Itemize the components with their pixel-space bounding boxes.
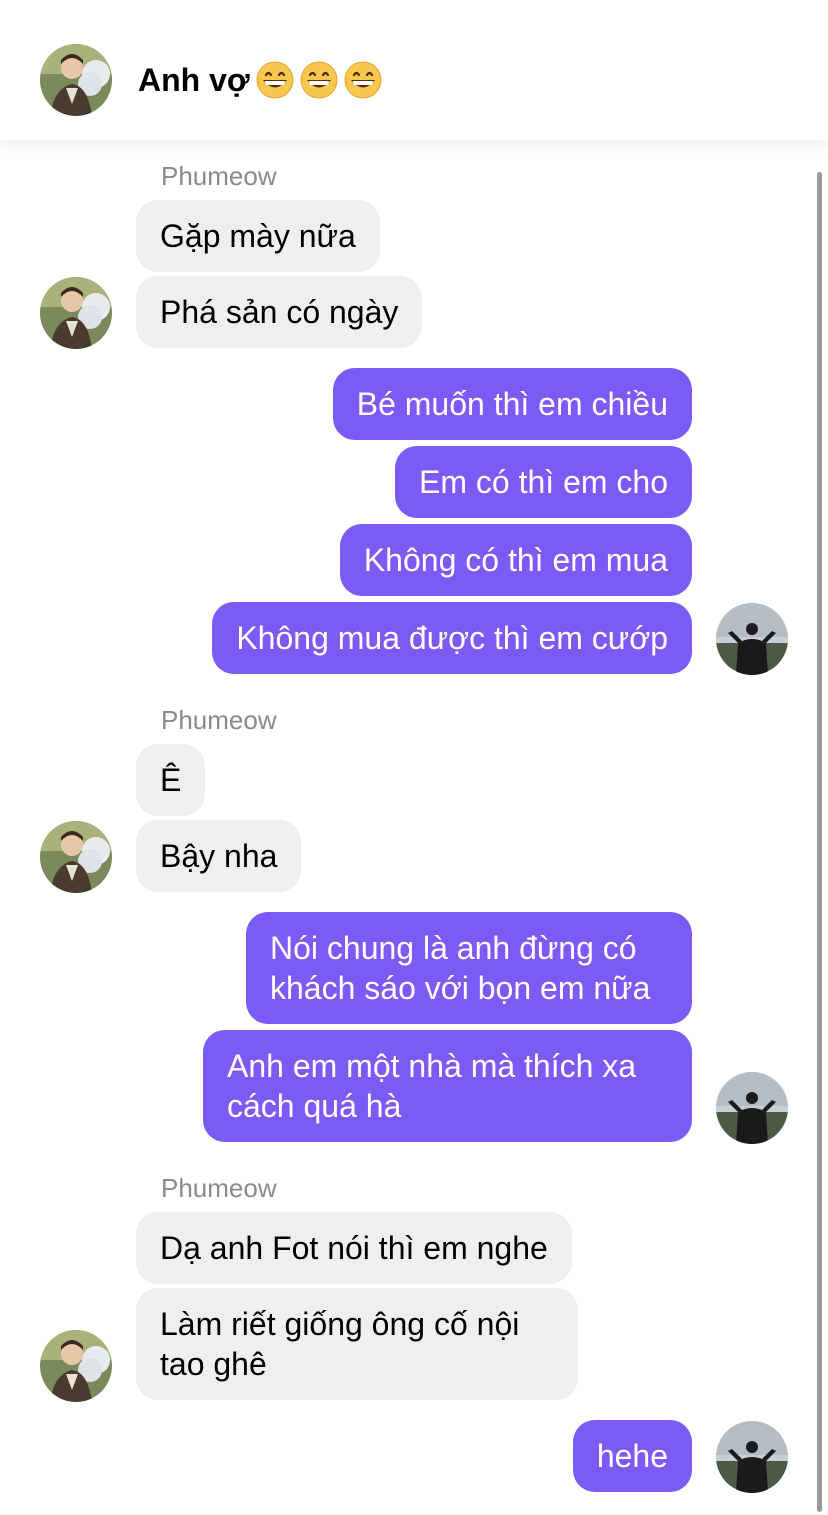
my-avatar[interactable]: [716, 1072, 788, 1144]
incoming-message-bubble[interactable]: Gặp mày nữa: [136, 200, 380, 272]
my-avatar-photo-icon: [716, 603, 788, 675]
grinning-face-emoji-icon: [300, 61, 338, 99]
outgoing-message-bubble[interactable]: hehe: [572, 1420, 692, 1492]
grinning-face-emoji-icon: [344, 61, 382, 99]
incoming-message-bubble[interactable]: Bậy nha: [136, 820, 302, 892]
outgoing-message-bubble[interactable]: Nói chung là anh đừng có khách sáo với b…: [246, 912, 692, 1024]
outgoing-message-bubble[interactable]: Anh em một nhà mà thích xa cách quá hà: [203, 1030, 692, 1142]
contact-avatar-photo-icon: [40, 821, 112, 893]
my-avatar[interactable]: [716, 1421, 788, 1493]
contact-avatar-photo-icon: [40, 1330, 112, 1402]
sender-name: Phumeow: [161, 1173, 277, 1203]
grinning-face-emoji-icon: [256, 61, 294, 99]
contact-avatar[interactable]: [40, 821, 112, 893]
contact-avatar-photo-icon: [40, 277, 112, 349]
incoming-message-bubble[interactable]: Làm riết giống ông cố nội tao ghê: [136, 1288, 578, 1400]
contact-avatar-photo-icon: [40, 44, 112, 116]
my-avatar-photo-icon: [716, 1072, 788, 1144]
outgoing-message-bubble[interactable]: Em có thì em cho: [395, 446, 692, 518]
contact-avatar[interactable]: [40, 44, 112, 116]
contact-avatar[interactable]: [40, 1330, 112, 1402]
outgoing-message-bubble[interactable]: Bé muốn thì em chiều: [332, 368, 692, 440]
chat-title-text: Anh vợ: [138, 62, 250, 98]
chat-screen: Anh vợ Phumeow Gặp mày nữa Phá sản có ng…: [0, 0, 828, 1515]
incoming-message-bubble[interactable]: Ê: [136, 744, 206, 816]
incoming-message-bubble[interactable]: Phá sản có ngày: [136, 276, 423, 348]
message-list-scrollbar[interactable]: [817, 172, 822, 1512]
incoming-message-bubble[interactable]: Dạ anh Fot nói thì em nghe: [136, 1212, 572, 1284]
outgoing-message-bubble[interactable]: Không mua được thì em cướp: [212, 602, 692, 674]
sender-name: Phumeow: [161, 705, 277, 735]
my-avatar[interactable]: [716, 603, 788, 675]
my-avatar-photo-icon: [716, 1421, 788, 1493]
outgoing-message-bubble[interactable]: Không có thì em mua: [339, 524, 692, 596]
chat-title[interactable]: Anh vợ: [138, 58, 382, 102]
contact-avatar[interactable]: [40, 277, 112, 349]
sender-name: Phumeow: [161, 161, 277, 191]
chat-header: Anh vợ: [0, 0, 828, 140]
